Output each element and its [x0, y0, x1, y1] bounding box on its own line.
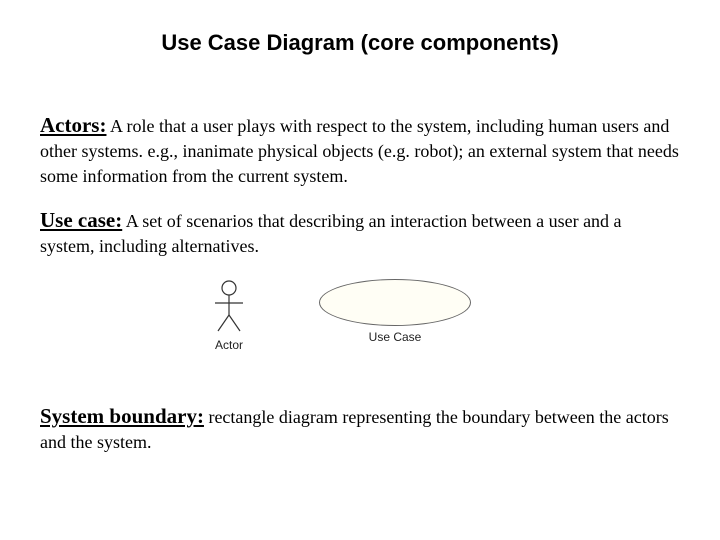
- actor-stick-figure-icon: [209, 279, 249, 334]
- usecase-definition: A set of scenarios that describing an in…: [40, 211, 622, 256]
- diagram-area: Actor Use Case: [40, 279, 680, 352]
- boundary-term: System boundary:: [40, 404, 204, 428]
- usecase-caption: Use Case: [319, 330, 471, 344]
- slide-content: Use Case Diagram (core components) Actor…: [0, 0, 720, 502]
- boundary-section: System boundary: rectangle diagram repre…: [40, 402, 680, 455]
- usecase-section: Use case: A set of scenarios that descri…: [40, 206, 680, 259]
- actor-figure-block: Actor: [209, 279, 249, 352]
- usecase-figure-block: Use Case: [319, 279, 471, 344]
- actor-caption: Actor: [209, 338, 249, 352]
- page-title: Use Case Diagram (core components): [40, 30, 680, 56]
- actors-definition: A role that a user plays with respect to…: [40, 116, 679, 186]
- actors-section: Actors: A role that a user plays with re…: [40, 111, 680, 188]
- usecase-term: Use case:: [40, 208, 122, 232]
- usecase-ellipse-icon: [319, 279, 471, 326]
- actors-term: Actors:: [40, 113, 106, 137]
